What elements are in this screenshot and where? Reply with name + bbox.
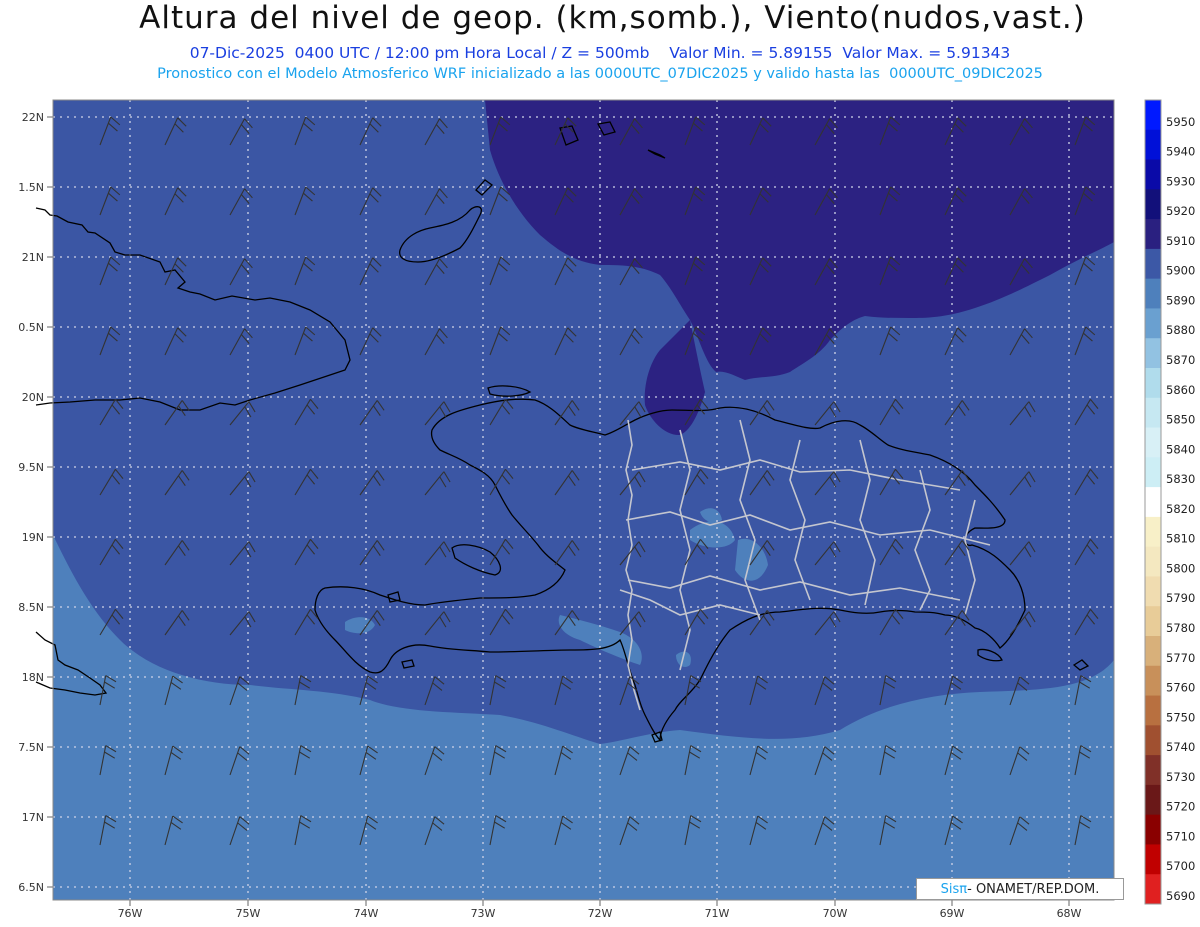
longitude-label: 68W: [1057, 907, 1082, 920]
latitude-label: 0.5N: [18, 321, 44, 334]
colorbar-swatch: [1145, 219, 1161, 250]
colorbar-swatch: [1145, 874, 1161, 905]
colorbar-label: 5870: [1166, 353, 1195, 367]
colorbar-label: 5940: [1166, 145, 1195, 159]
credit-box: Sisπ - ONAMET/REP.DOM.: [916, 878, 1124, 900]
latitude-label: 17N: [22, 811, 44, 824]
longitude-label: 70W: [823, 907, 848, 920]
colorbar-swatch: [1145, 576, 1161, 607]
colorbar-label: 5700: [1166, 859, 1195, 873]
colorbar-label: 5770: [1166, 651, 1195, 665]
colorbar-swatch: [1145, 516, 1161, 548]
credit-text: - ONAMET/REP.DOM.: [967, 881, 1100, 897]
latitude-label: 9.5N: [18, 461, 44, 474]
colorbar-label: 5690: [1166, 889, 1195, 903]
latitude-label: 21N: [22, 251, 44, 264]
longitude-label: 76W: [118, 907, 143, 920]
colorbar-label: 5710: [1166, 829, 1195, 843]
colorbar-label: 5780: [1166, 621, 1195, 635]
longitude-label: 71W: [705, 907, 730, 920]
colorbar-label: 5730: [1166, 770, 1195, 784]
colorbar-swatch: [1145, 189, 1161, 220]
latitude-label: 18N: [22, 671, 44, 684]
colorbar-swatch: [1145, 338, 1161, 369]
colorbar-label: 5760: [1166, 681, 1195, 695]
colorbar-swatch: [1145, 487, 1161, 518]
colorbar-label: 5890: [1166, 293, 1195, 307]
colorbar-label: 5810: [1166, 532, 1195, 546]
colorbar-swatch: [1145, 725, 1161, 756]
geopotential-shading: [53, 100, 1114, 900]
latitude-label: 22N: [22, 111, 44, 124]
credit-brand: Sisπ: [940, 881, 968, 897]
longitude-label: 69W: [940, 907, 965, 920]
colorbar-swatch: [1145, 695, 1161, 726]
colorbar-label: 5720: [1166, 800, 1195, 814]
colorbar-label: 5800: [1166, 561, 1195, 575]
latitude-label: 1.5N: [18, 181, 44, 194]
forecast-map: 22N 1.5N 21N 0.5N 20N 9.5N 19N 8.5N 18N 7.5N 17N 6.…: [18, 99, 1195, 920]
longitude-label: 74W: [354, 907, 379, 920]
colorbar-label: 5930: [1166, 174, 1195, 188]
longitude-axis: 76W 75W 74W 73W 72W 71W 70W 69W 68W: [118, 900, 1082, 920]
colorbar-swatch: [1145, 397, 1161, 429]
colorbar-swatch: [1145, 814, 1161, 845]
colorbar-swatch: [1145, 368, 1161, 399]
colorbar-label: 5850: [1166, 413, 1195, 427]
colorbar-label: 5910: [1166, 234, 1195, 248]
latitude-label: 19N: [22, 531, 44, 544]
colorbar-swatch: [1145, 844, 1161, 875]
colorbar-swatch: [1145, 278, 1161, 309]
colorbar-label: 5880: [1166, 323, 1195, 337]
colorbar-label: 5950: [1166, 115, 1195, 129]
longitude-label: 75W: [236, 907, 261, 920]
latitude-label: 7.5N: [18, 741, 44, 754]
colorbar-swatch: [1145, 636, 1161, 667]
colorbar-swatch: [1145, 427, 1161, 458]
colorbar-label: 5840: [1166, 442, 1195, 456]
colorbar-swatch: [1145, 606, 1161, 637]
colorbar-label: 5860: [1166, 383, 1195, 397]
colorbar-label: 5790: [1166, 591, 1195, 605]
latitude-label: 6.5N: [18, 881, 44, 894]
colorbar-swatch: [1145, 755, 1161, 786]
colorbar-label: 5740: [1166, 740, 1195, 754]
longitude-label: 72W: [588, 907, 613, 920]
colorbar-swatch: [1145, 784, 1161, 816]
colorbar-swatch: [1145, 457, 1161, 488]
longitude-label: 73W: [471, 907, 496, 920]
colorbar-label: 5900: [1166, 264, 1195, 278]
colorbar-swatch: [1145, 100, 1161, 131]
colorbar-swatch: [1145, 159, 1161, 190]
latitude-label: 20N: [22, 391, 44, 404]
latitude-label: 8.5N: [18, 601, 44, 614]
colorbar: 5950 5940 5930 5920 5910 5900 5890 5880 5870 5860…: [1144, 99, 1195, 905]
colorbar-swatch: [1145, 248, 1161, 280]
colorbar-label: 5920: [1166, 204, 1195, 218]
colorbar-label: 5750: [1166, 710, 1195, 724]
colorbar-label: 5820: [1166, 502, 1195, 516]
latitude-axis: 22N 1.5N 21N 0.5N 20N 9.5N 19N 8.5N 18N 7.5N 17N 6.…: [18, 111, 53, 894]
colorbar-swatch: [1145, 546, 1161, 577]
colorbar-swatch: [1145, 129, 1161, 161]
colorbar-swatch: [1145, 308, 1161, 339]
colorbar-label: 5830: [1166, 472, 1195, 486]
colorbar-swatch: [1145, 665, 1161, 697]
